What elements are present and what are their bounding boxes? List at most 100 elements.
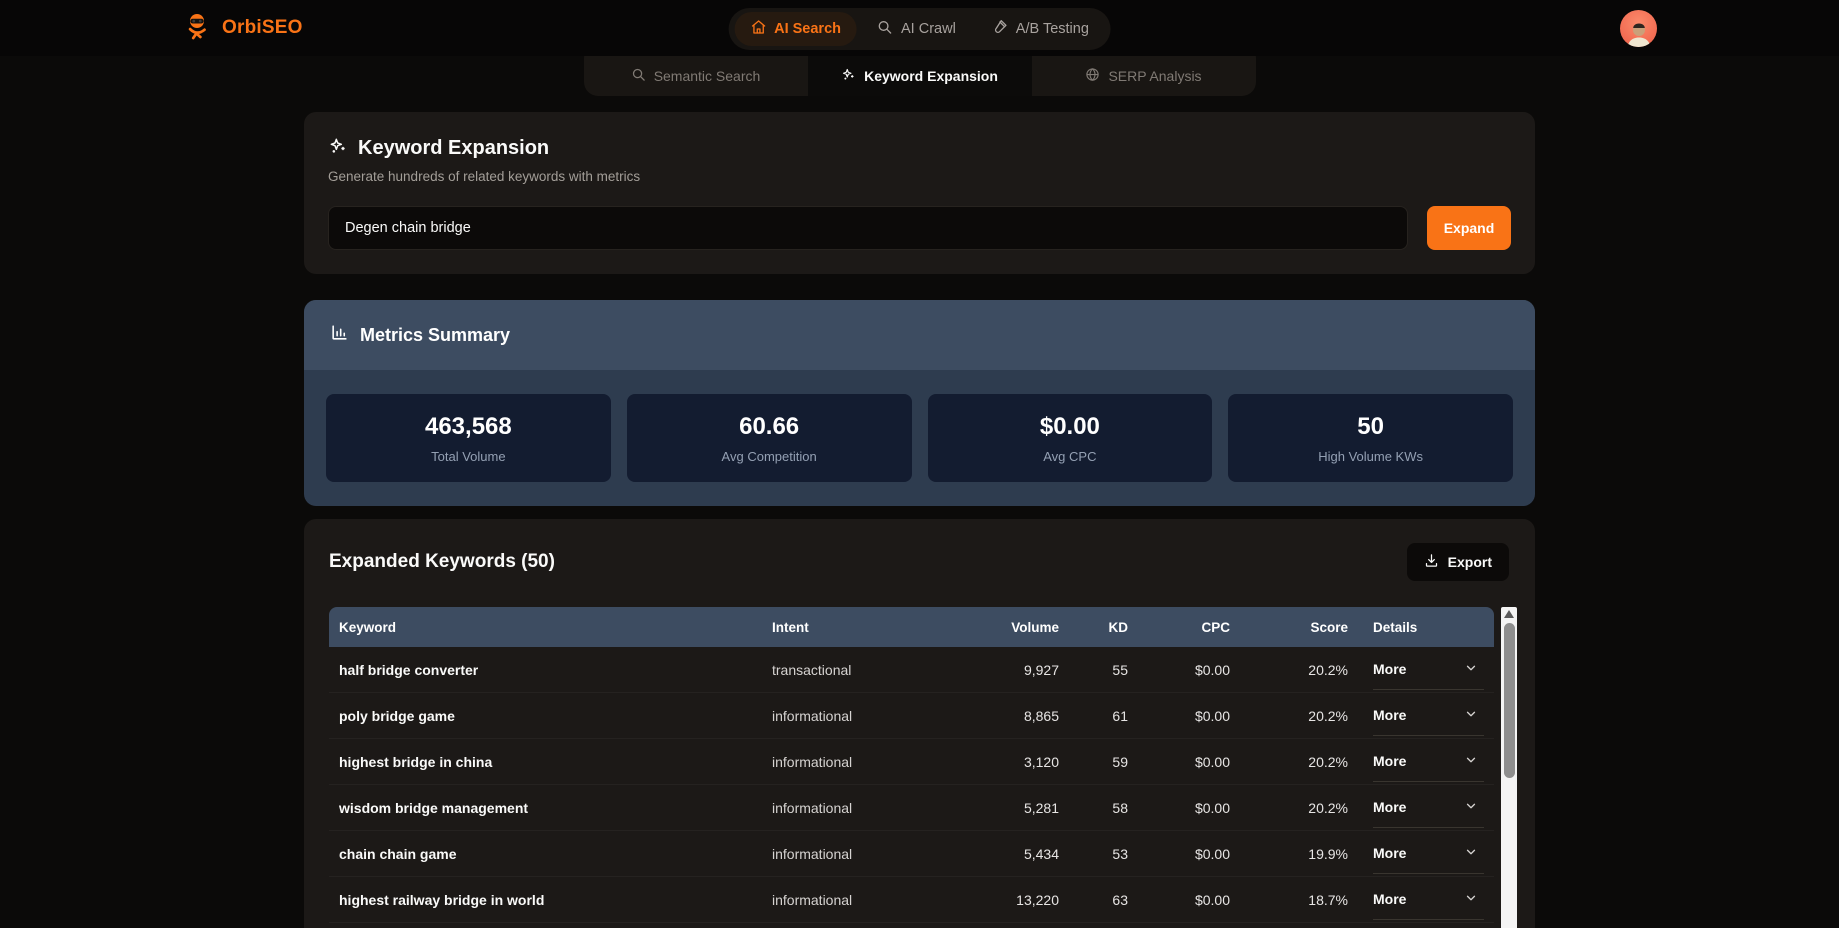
nav-tab-ab-testing[interactable]: A/B Testing [976,12,1105,46]
cell-score: 19.9% [1308,845,1348,862]
more-label: More [1373,799,1407,815]
tab-serp-analysis[interactable]: SERP Analysis [1032,56,1256,96]
more-label: More [1373,891,1407,907]
nav-tab-ai-search[interactable]: AI Search [734,12,858,46]
row-more-button[interactable]: More [1373,696,1485,736]
metrics-header: Metrics Summary [304,300,1535,370]
metric-card-avg-cpc: $0.00 Avg CPC [927,394,1213,482]
col-header-intent: Intent [772,619,809,635]
cell-details: More [1358,880,1494,920]
sparkles-icon [328,136,348,161]
cell-score: 20.2% [1308,661,1348,678]
card-subtitle: Generate hundreds of related keywords wi… [328,169,641,184]
cell-score: 20.2% [1308,799,1348,816]
cell-volume: 8,865 [1023,707,1059,724]
top-navbar: OrbiSEO AI Search AI Crawl A/B Testing [0,0,1839,56]
scrollbar-thumb[interactable] [1503,623,1515,778]
cell-volume: 3,120 [1023,753,1059,770]
metrics-body: 463,568 Total Volume 60.66 Avg Competiti… [304,370,1535,506]
cell-kd: 63 [1112,891,1128,908]
chevron-down-icon [1464,891,1478,908]
robot-spider-icon [182,11,212,46]
row-more-button[interactable]: More [1373,880,1485,920]
table-scrollbar[interactable] [1501,607,1517,928]
keyword-expansion-card: Keyword Expansion Generate hundreds of r… [304,112,1535,274]
search-icon [631,67,646,85]
cell-keyword: poly bridge game [339,707,455,724]
table-row: half bridge converter transactional 9,92… [329,647,1495,693]
metrics-summary-card: Metrics Summary 463,568 Total Volume 60.… [304,300,1535,506]
cell-intent: informational [772,891,853,908]
col-header-keyword: Keyword [339,619,397,635]
cell-score: 20.2% [1308,707,1348,724]
results-title: Expanded Keywords (50) [329,551,555,572]
sub-tab-label: Semantic Search [653,68,761,84]
more-label: More [1373,753,1407,769]
cell-keyword: highest railway bridge in world [339,891,545,908]
metric-value: $0.00 [1039,412,1100,440]
cell-score: 20.2% [1308,753,1348,770]
cell-volume: 9,927 [1023,661,1059,678]
cell-kd: 53 [1112,845,1128,862]
cell-cpc: $0.00 [1194,891,1230,908]
export-button[interactable]: Export [1406,543,1509,581]
col-header-kd: KD [1108,619,1129,635]
metrics-title: Metrics Summary [360,324,511,345]
metric-value: 463,568 [424,412,512,440]
tab-semantic-search[interactable]: Semantic Search [584,56,808,96]
user-avatar[interactable] [1620,9,1657,47]
row-more-button[interactable]: More [1373,834,1485,874]
cell-details: More [1358,834,1494,874]
cell-details: More [1358,788,1494,828]
col-header-volume: Volume [1011,619,1059,635]
table-row: binance chain wallet informational 13,19… [329,923,1494,928]
tab-keyword-expansion[interactable]: Keyword Expansion [807,56,1032,96]
metric-label: Avg CPC [1043,448,1097,464]
nav-tab-ai-crawl[interactable]: AI Crawl [861,12,972,46]
cell-cpc: $0.00 [1194,845,1230,862]
cell-keyword: chain chain game [339,845,457,862]
scrollbar-up-arrow[interactable] [1501,607,1517,621]
brand[interactable]: OrbiSEO [182,11,303,46]
metric-card-high-volume-kws: 50 High Volume KWs [1228,394,1513,482]
sub-tab-label: SERP Analysis [1108,68,1202,84]
metric-label: High Volume KWs [1318,448,1423,464]
globe-icon [1085,67,1100,85]
cell-keyword: half bridge converter [339,661,479,678]
table-row: highest bridge in china informational 3,… [329,739,1495,785]
cell-cpc: $0.00 [1194,799,1230,816]
table-row: highest railway bridge in world informat… [329,877,1495,923]
cell-keyword: highest bridge in china [339,753,493,770]
sub-tab-label: Keyword Expansion [864,68,998,84]
cell-keyword: wisdom bridge management [339,799,529,816]
cell-intent: informational [772,799,853,816]
table-header-row: Keyword Intent Volume KD CPC Score Detai… [329,607,1495,647]
row-more-button[interactable]: More [1373,742,1485,782]
cell-kd: 59 [1112,753,1128,770]
row-more-button[interactable]: More [1373,788,1485,828]
metric-card-avg-competition: 60.66 Avg Competition [626,394,912,482]
cell-volume: 5,281 [1023,799,1059,816]
sparkles-icon [841,67,856,85]
chevron-down-icon [1464,707,1478,724]
cell-intent: informational [772,707,853,724]
main-content: Keyword Expansion Generate hundreds of r… [304,112,1535,928]
chevron-down-icon [1464,753,1478,770]
main-nav: AI Search AI Crawl A/B Testing [728,8,1111,50]
row-more-button[interactable]: More [1373,650,1485,690]
keyword-input[interactable] [328,206,1408,250]
more-label: More [1373,661,1407,677]
table-row: chain chain game informational 5,434 53 … [329,831,1495,877]
cell-score: 18.7% [1308,891,1348,908]
more-label: More [1373,845,1407,861]
cell-kd: 61 [1112,707,1128,724]
expand-button[interactable]: Expand [1427,206,1511,250]
brand-name: OrbiSEO [222,17,303,38]
col-header-score: Score [1310,619,1348,635]
download-icon [1424,553,1439,571]
col-header-cpc: CPC [1201,619,1230,635]
cell-intent: informational [772,845,853,862]
home-icon [750,19,766,39]
search-icon [877,19,893,39]
chevron-down-icon [1464,661,1478,678]
